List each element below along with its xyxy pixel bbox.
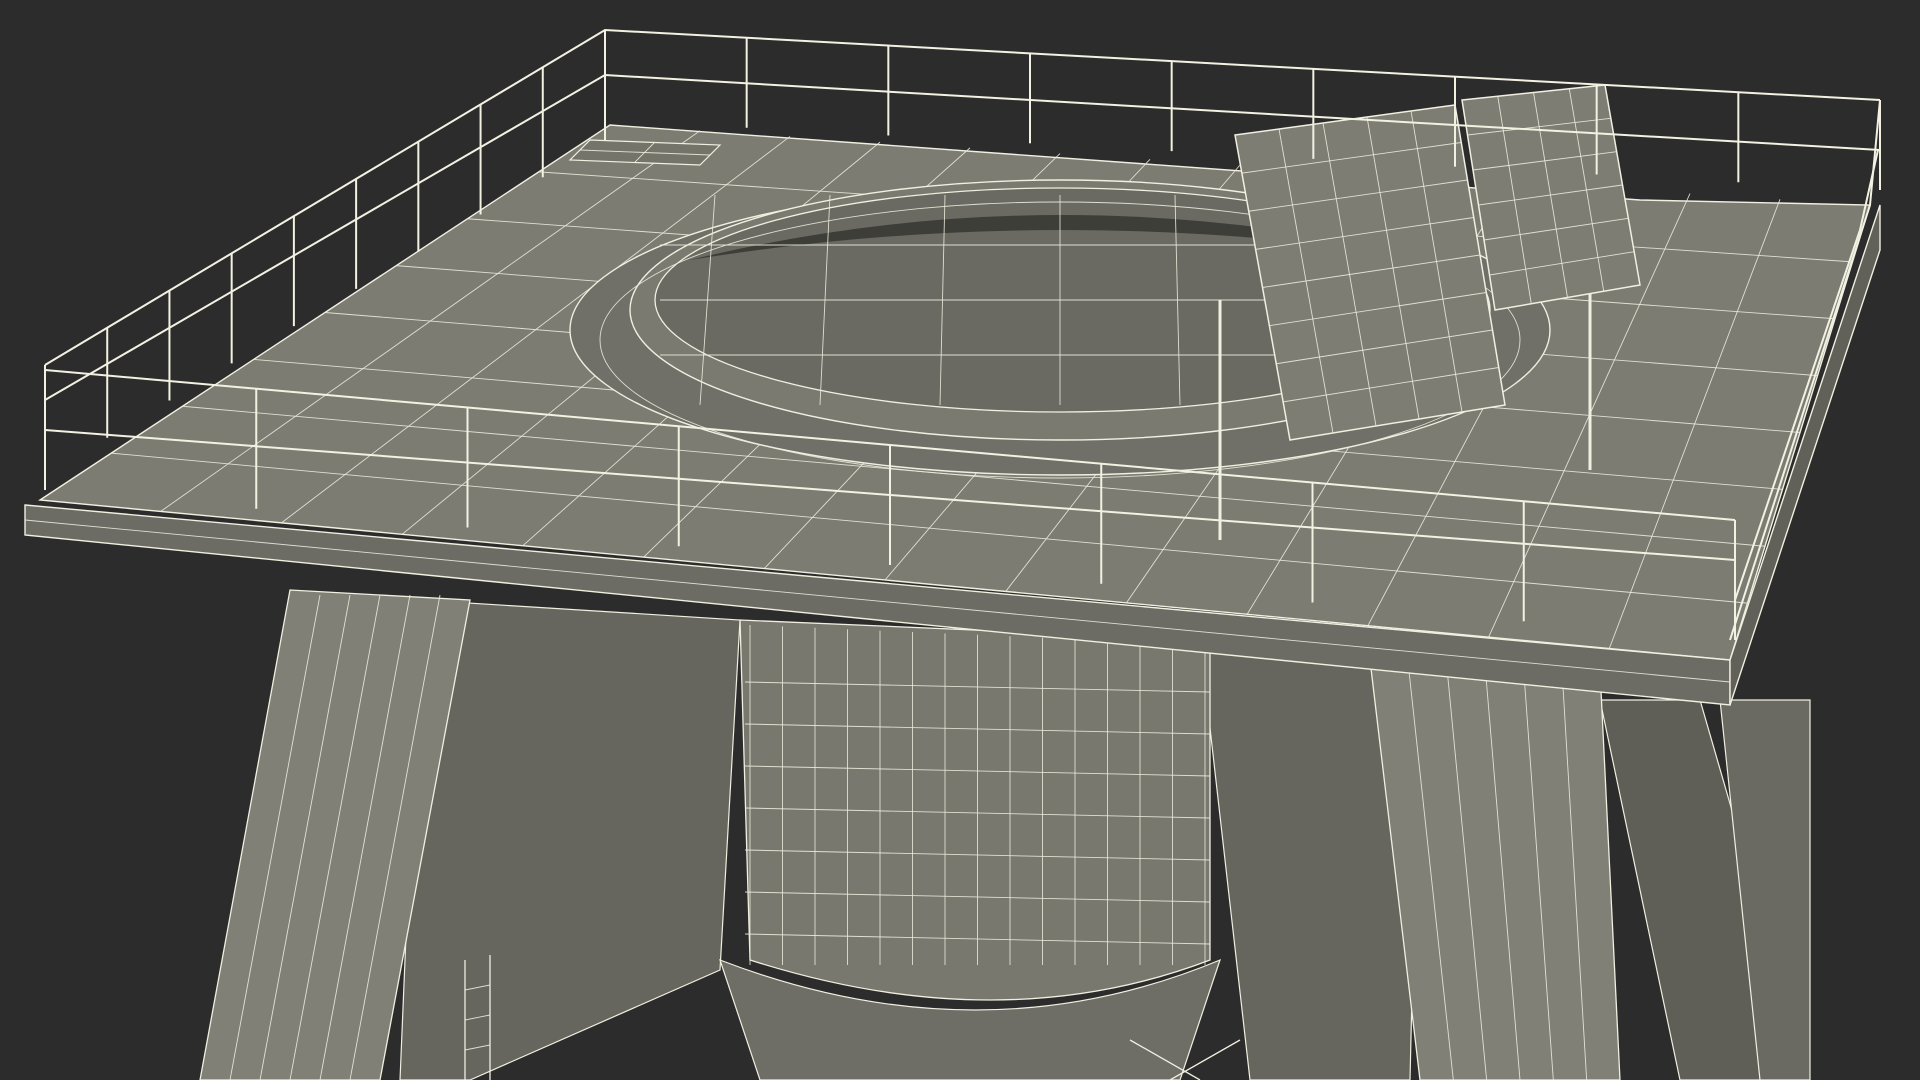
central-tank	[739, 619, 1211, 1001]
hatch	[568, 139, 722, 166]
wireframe-render	[0, 0, 1920, 1080]
